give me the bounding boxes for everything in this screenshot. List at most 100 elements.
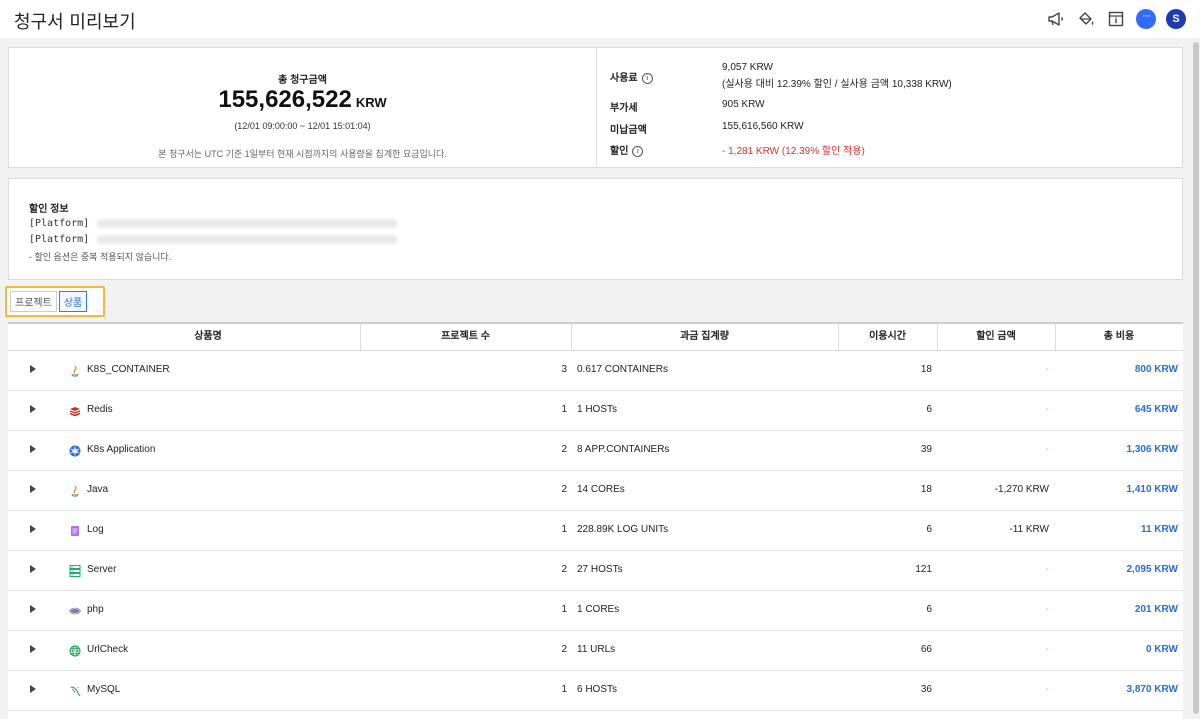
discount-amount: -: [1045, 404, 1049, 415]
aggregate-amount: 27 HOSTs: [577, 564, 623, 575]
table-row[interactable]: MySQL 1 6 HOSTs 36 - 3,870 KRW: [8, 670, 1183, 711]
java-icon: [69, 484, 81, 497]
discount-amount: -: [1045, 684, 1049, 695]
col-total[interactable]: 총 비용: [1055, 324, 1183, 350]
product-name: MySQL: [87, 684, 121, 695]
product-name: Server: [87, 564, 117, 575]
product-name: K8s Application: [87, 444, 156, 455]
total-amount-value: 155,626,522: [218, 86, 352, 113]
project-count: 2: [561, 644, 567, 655]
expand-arrow-icon[interactable]: [30, 565, 36, 573]
usage-hours: 66: [920, 644, 932, 655]
table-row[interactable]: UrlCheck 2 11 URLs 66 - 0 KRW: [8, 630, 1183, 671]
usage-hours: 6: [926, 604, 932, 615]
discount-footnote: - 할인 옵션은 중복 적용되지 않습니다.: [29, 252, 172, 262]
expand-arrow-icon[interactable]: [30, 525, 36, 533]
usage-hours: 6: [926, 524, 932, 535]
expand-arrow-icon[interactable]: [30, 485, 36, 493]
chat-icon[interactable]: ···: [1136, 9, 1156, 29]
view-tabs: 프로젝트 상품: [5, 286, 105, 317]
product-name: UrlCheck: [87, 644, 129, 655]
megaphone-icon[interactable]: [1046, 9, 1066, 29]
avatar[interactable]: S: [1166, 9, 1186, 29]
table-row[interactable]: Log 1 228.89K LOG UNITs 6 -11 KRW 11 KRW: [8, 510, 1183, 551]
product-table: 상품명 프로젝트 수 과금 집계량 이용시간 할인 금액 총 비용 K8S_CO…: [8, 322, 1183, 719]
usage-hours: 18: [920, 364, 932, 375]
total-cost: 2,095 KRW: [1126, 564, 1178, 575]
project-count: 1: [561, 404, 567, 415]
total-currency: KRW: [355, 95, 387, 110]
total-cost: 11 KRW: [1140, 524, 1178, 535]
billing-period: (12/01 09:00:00 ~ 12/01 15:01:04): [234, 121, 371, 131]
server-icon: [69, 564, 81, 577]
document-icon[interactable]: [1106, 9, 1126, 29]
usage-hours: 39: [920, 444, 932, 455]
billing-note: 본 청구서는 UTC 기준 1일부터 현재 시점까지의 사용량을 집계한 요금입…: [158, 149, 447, 159]
discount-label: 할인 i: [610, 142, 690, 157]
usage-hours: 6: [926, 404, 932, 415]
table-row[interactable]: Java 2 14 COREs 18 -1,270 KRW 1,410 KRW: [8, 470, 1183, 511]
aggregate-amount: 1 HOSTs: [577, 404, 618, 415]
col-project-count[interactable]: 프로젝트 수: [360, 324, 571, 350]
aggregate-amount: 0.617 CONTAINERs: [577, 364, 668, 375]
vat-label: 부가세: [610, 103, 638, 114]
log-icon: [69, 524, 81, 536]
product-name: Java: [87, 484, 109, 495]
aggregate-amount: 8 APP.CONTAINERs: [577, 444, 670, 455]
unpaid-value: 155,616,560 KRW: [722, 121, 804, 132]
java-icon: [69, 364, 81, 377]
usage-hours: 36: [920, 684, 932, 695]
top-header: 청구서 미리보기 ··· S: [0, 0, 1200, 38]
page-title: 청구서 미리보기: [14, 12, 136, 33]
unpaid-label: 미납금액: [610, 125, 647, 136]
aggregate-amount: 1 COREs: [577, 604, 620, 615]
header-icons: ··· S: [1046, 9, 1186, 29]
discount-line: [Platform]: [29, 234, 398, 245]
globe-icon: [69, 644, 81, 657]
redis-icon: [69, 404, 81, 417]
expand-arrow-icon[interactable]: [30, 405, 36, 413]
discount-info-card: 할인 정보 [Platform] [Platform] - 할인 옵션은 중복 …: [8, 178, 1183, 280]
table-row[interactable]: K8s Application 2 8 APP.CONTAINERs 39 - 1,306…: [8, 430, 1183, 471]
col-usage-time[interactable]: 이용시간: [838, 324, 937, 350]
tab-project[interactable]: 프로젝트: [10, 291, 57, 312]
expand-arrow-icon[interactable]: [30, 365, 36, 373]
expand-arrow-icon[interactable]: [30, 445, 36, 453]
table-row[interactable]: Redis 1 1 HOSTs 6 - 645 KRW: [8, 390, 1183, 431]
info-icon[interactable]: i: [641, 72, 653, 84]
total-cost: 201 KRW: [1134, 604, 1178, 615]
paint-bucket-icon[interactable]: [1076, 9, 1096, 29]
expand-arrow-icon[interactable]: [30, 645, 36, 653]
discount-amount: -: [1045, 644, 1049, 655]
product-name: K8S_CONTAINER: [87, 364, 170, 375]
total-cost: 1,306 KRW: [1126, 444, 1178, 455]
total-label: 총 청구금액: [278, 75, 327, 86]
col-aggregate[interactable]: 과금 집계량: [571, 324, 838, 350]
project-count: 1: [561, 604, 567, 615]
col-product-name[interactable]: 상품명: [56, 324, 360, 350]
expand-arrow-icon[interactable]: [30, 605, 36, 613]
aggregate-amount: 6 HOSTs: [577, 684, 618, 695]
usage-value: 9,057 KRW: [722, 62, 773, 73]
product-name: Log: [87, 524, 104, 535]
discount-value: - 1,281 KRW (12.39% 할인 적용): [722, 146, 865, 157]
product-name: Redis: [87, 404, 113, 415]
info-icon[interactable]: i: [632, 145, 644, 157]
table-row[interactable]: K8S_CONTAINER 3 0.617 CONTAINERs 18 - 800 KRW: [8, 350, 1183, 391]
total-cost: 3,870 KRW: [1126, 684, 1178, 695]
kubernetes-icon: [69, 444, 81, 457]
usage-hours: 121: [915, 564, 932, 575]
aggregate-amount: 228.89K LOG UNITs: [577, 524, 669, 535]
total-amount: 155,626,522 KRW: [9, 86, 596, 114]
table-row[interactable]: Server 2 27 HOSTs 121 - 2,095 KRW: [8, 550, 1183, 591]
col-discount[interactable]: 할인 금액: [937, 324, 1055, 350]
scrollbar-thumb[interactable]: [1193, 42, 1199, 714]
chat-dots: ···: [1142, 10, 1151, 22]
tab-product[interactable]: 상품: [58, 291, 88, 312]
expand-arrow-icon[interactable]: [30, 685, 36, 693]
discount-amount: -: [1045, 604, 1049, 615]
table-row[interactable]: php 1 1 COREs 6 - 201 KRW: [8, 590, 1183, 631]
usage-label: 사용료 i: [610, 69, 690, 84]
discount-amount: -: [1045, 444, 1049, 455]
summary-divider: [596, 48, 597, 167]
